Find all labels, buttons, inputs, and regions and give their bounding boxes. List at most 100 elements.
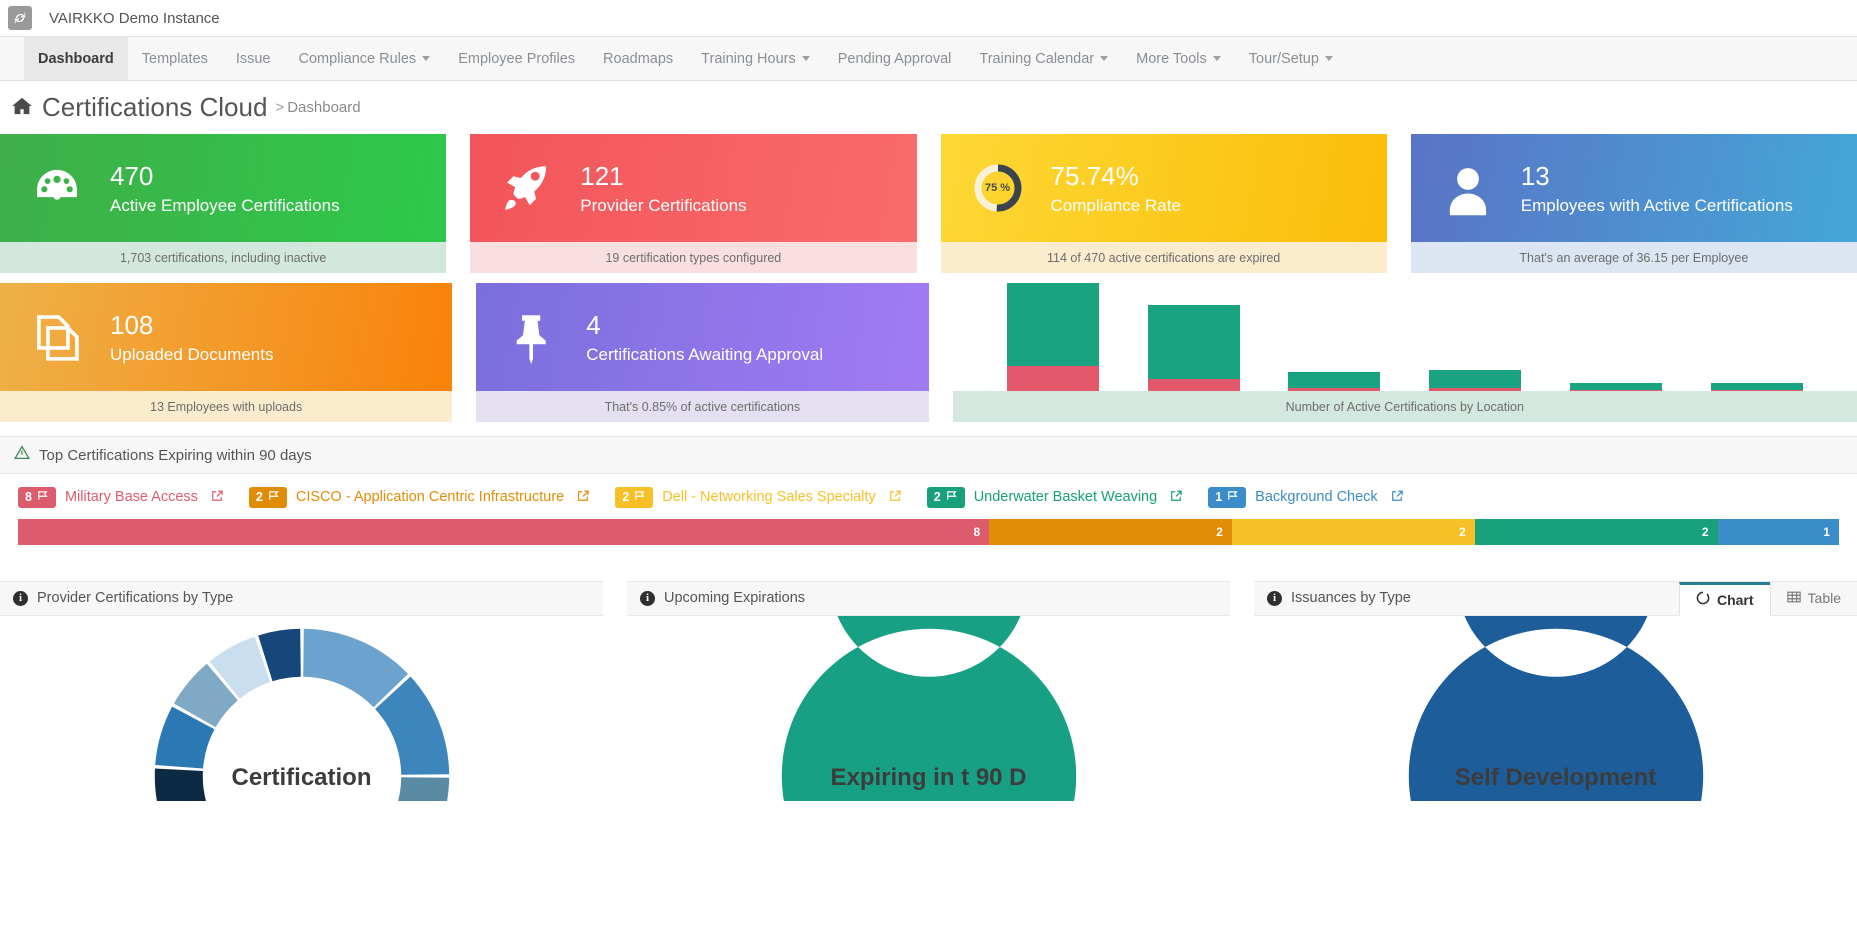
table-grid-icon <box>1786 590 1801 607</box>
expiring-count-badge: 2 <box>615 487 654 508</box>
table-view-button[interactable]: Table <box>1769 581 1857 615</box>
expiring-legend-item[interactable]: 8 Military Base Access <box>18 487 223 508</box>
nav-item-label: Templates <box>141 50 208 67</box>
expiring-progress-segment[interactable]: 2 <box>1474 518 1718 545</box>
kpi-card[interactable]: 75 % 75.74% Compliance Rate 114 of 470 acti… <box>940 134 1387 273</box>
chart-view-button[interactable]: Chart <box>1678 581 1770 616</box>
info-icon[interactable]: i <box>640 590 655 606</box>
kpi-footer: 1,703 certifications, including inactive <box>0 242 447 273</box>
flag-icon <box>634 490 646 505</box>
location-bar-active-segment <box>1147 305 1240 380</box>
nav-item-issue[interactable]: Issue <box>222 37 285 80</box>
kpi-body: 470 Active Employee Certifications <box>0 134 447 242</box>
expiring-progress-segment[interactable]: 2 <box>1231 518 1475 545</box>
expiring-legend-item[interactable]: 2 Dell - Networking Sales Specialty <box>615 487 901 508</box>
documents-icon <box>26 308 88 366</box>
external-link-icon[interactable] <box>889 490 901 505</box>
nav-item-label: Training Hours <box>701 50 796 67</box>
external-link-icon[interactable] <box>577 490 589 505</box>
kpi-footer: 19 certification types configured <box>470 242 917 273</box>
kpi-label: Employees with Active Certifications <box>1520 195 1793 215</box>
nav-item-tour-setup[interactable]: Tour/Setup <box>1235 37 1347 80</box>
donut-chart: Expiring in t 90 D <box>769 615 1089 801</box>
expiring-count-badge: 1 <box>1208 487 1247 508</box>
kpi-label: Provider Certifications <box>580 195 747 215</box>
chart-panel: i Issuances by Type Chart Table Self Develop… <box>1254 580 1857 801</box>
location-bar-active-segment <box>1288 371 1381 389</box>
home-icon[interactable] <box>12 97 32 119</box>
expiring-legend: 8 Military Base Access 2 CISCO - Applicatio… <box>0 474 1857 519</box>
expiring-legend-item[interactable]: 1 Background Check <box>1208 487 1403 508</box>
donut-chart: Self Development <box>1396 615 1716 801</box>
expiring-progress-segment[interactable]: 1 <box>1717 518 1839 545</box>
panel-chart-area: Certification <box>0 616 603 801</box>
expiring-count-badge: 2 <box>248 487 287 508</box>
expiring-progress-bar: 8 2 2 2 1 <box>18 518 1839 545</box>
refresh-icon[interactable] <box>8 6 32 30</box>
kpi-card[interactable]: 121 Provider Certifications 19 certificati… <box>470 134 917 273</box>
panel-view-toggle: Chart Table <box>1678 581 1857 616</box>
panel-header: i Upcoming Expirations <box>627 580 1230 616</box>
warning-triangle-icon <box>14 445 30 465</box>
kpi-card[interactable]: 108 Uploaded Documents 13 Employees with u… <box>0 283 453 422</box>
nav-item-label: Training Calendar <box>979 50 1095 67</box>
nav-item-label: Compliance Rules <box>298 50 417 67</box>
location-chart-card: Number of Active Certifications by Locat… <box>952 283 1857 422</box>
expiring-progress-segment[interactable]: 2 <box>989 518 1232 545</box>
expiring-count-badge: 8 <box>18 487 56 508</box>
kpi-footer: 114 of 470 active certifications are exp… <box>940 242 1387 273</box>
expiring-legend-label[interactable]: Military Base Access <box>65 489 198 505</box>
expiring-progress-value: 2 <box>1459 524 1466 539</box>
expiring-count: 8 <box>25 489 32 504</box>
location-bar-active-segment <box>1006 283 1099 367</box>
chevron-down-icon <box>1324 56 1333 61</box>
location-bar-expired-segment <box>1147 379 1240 391</box>
expiring-count: 1 <box>1215 489 1223 504</box>
expiring-progress-row: 8 2 2 2 1 <box>0 518 1857 545</box>
location-chart-footer: Number of Active Certifications by Locat… <box>952 391 1857 422</box>
nav-item-pending-approval[interactable]: Pending Approval <box>824 37 966 80</box>
nav-item-roadmaps[interactable]: Roadmaps <box>589 37 687 80</box>
expiring-legend-label[interactable]: CISCO - Application Centric Infrastructu… <box>296 489 564 505</box>
chevron-down-icon <box>422 56 431 61</box>
expiring-legend-item[interactable]: 2 Underwater Basket Weaving <box>926 487 1182 508</box>
info-icon[interactable]: i <box>1267 590 1282 606</box>
kpi-footer: That's 0.85% of active certifications <box>476 391 929 422</box>
location-bar <box>1569 383 1662 391</box>
chart-panel: i Upcoming Expirations Expiring in t 90 D <box>627 580 1230 801</box>
kpi-card[interactable]: 470 Active Employee Certifications 1,703 c… <box>0 134 447 273</box>
nav-item-templates[interactable]: Templates <box>128 37 222 80</box>
kpi-body: 13 Employees with Active Certifications <box>1410 134 1857 242</box>
location-bar-expired-segment <box>1006 366 1099 391</box>
expiring-legend-item[interactable]: 2 CISCO - Application Centric Infrastruct… <box>248 487 589 508</box>
flag-icon <box>946 490 958 505</box>
expiring-progress-segment[interactable]: 8 <box>18 518 990 545</box>
nav-item-compliance-rules[interactable]: Compliance Rules <box>285 37 445 80</box>
nav-item-training-hours[interactable]: Training Hours <box>687 37 824 80</box>
donut-center-label: Expiring in t 90 D <box>830 763 1027 791</box>
external-link-icon[interactable] <box>1170 490 1182 505</box>
brand-bar: VAIRKKO Demo Instance <box>0 0 1857 37</box>
location-bar <box>1710 383 1803 391</box>
flag-icon <box>1227 490 1239 505</box>
expiring-legend-label[interactable]: Dell - Networking Sales Specialty <box>662 489 876 505</box>
donut-chart: Certification <box>142 616 462 801</box>
kpi-card[interactable]: 4 Certifications Awaiting Approval That's … <box>476 283 929 422</box>
info-icon[interactable]: i <box>13 590 28 606</box>
kpi-value: 121 <box>580 161 624 192</box>
nav-item-more-tools[interactable]: More Tools <box>1122 37 1235 80</box>
breadcrumb-current: Dashboard <box>287 99 361 116</box>
external-link-icon[interactable] <box>1391 490 1403 505</box>
user-icon <box>1437 159 1499 217</box>
location-bar <box>1288 371 1381 391</box>
expiring-legend-label[interactable]: Underwater Basket Weaving <box>974 489 1158 505</box>
external-link-icon[interactable] <box>211 490 223 505</box>
chart-panels: i Provider Certifications by Type Certific… <box>0 580 1857 801</box>
expiring-legend-label[interactable]: Background Check <box>1255 489 1378 505</box>
nav-item-employee-profiles[interactable]: Employee Profiles <box>444 37 589 80</box>
panel-title: Upcoming Expirations <box>664 590 806 607</box>
panel-header: i Issuances by Type Chart Table <box>1254 580 1857 616</box>
nav-item-training-calendar[interactable]: Training Calendar <box>965 37 1122 80</box>
kpi-card[interactable]: 13 Employees with Active Certifications Th… <box>1410 134 1857 273</box>
nav-item-dashboard[interactable]: Dashboard <box>24 37 128 80</box>
